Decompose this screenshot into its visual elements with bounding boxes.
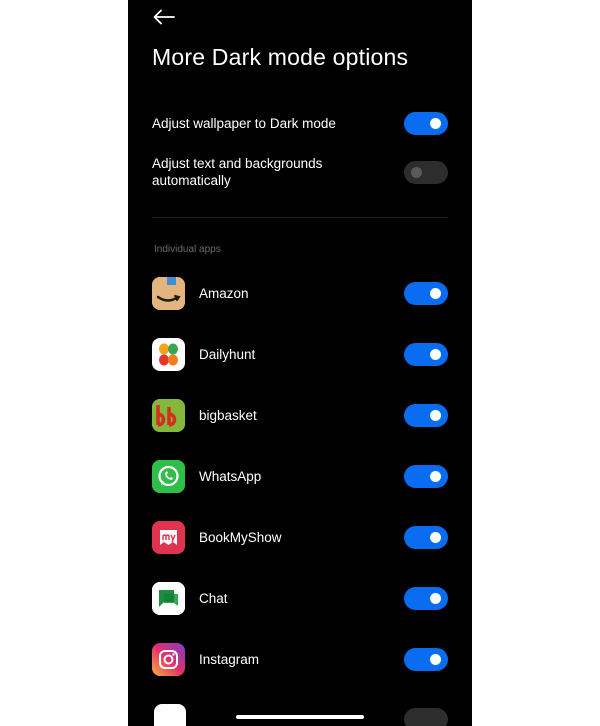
app-icon-partial	[154, 704, 186, 726]
section-divider	[152, 217, 448, 218]
chat-toggle[interactable]	[404, 586, 448, 610]
home-indicator[interactable]	[236, 715, 364, 719]
auto-text-backgrounds-toggle[interactable]	[404, 160, 448, 184]
whatsapp-icon	[152, 459, 185, 493]
setting-label: Adjust text and backgrounds automaticall…	[152, 156, 323, 188]
dailyhunt-icon	[152, 337, 185, 371]
app-row-whatsapp[interactable]: WhatsApp	[152, 459, 448, 493]
app-name: BookMyShow	[199, 529, 282, 545]
app-row-bookmyshow[interactable]: BookMyShow	[152, 520, 448, 554]
app-name: WhatsApp	[199, 468, 262, 484]
app-name: bigbasket	[199, 407, 257, 423]
app-row-amazon[interactable]: Amazon	[152, 276, 448, 310]
instagram-toggle[interactable]	[404, 647, 448, 671]
bigbasket-icon	[152, 398, 185, 432]
app-row-instagram[interactable]: Instagram	[152, 642, 448, 676]
page-title: More Dark mode options	[152, 44, 409, 70]
instagram-icon	[152, 642, 185, 676]
bookmyshow-toggle[interactable]	[404, 525, 448, 549]
setting-auto-text-backgrounds[interactable]: Adjust text and backgrounds automaticall…	[152, 155, 448, 189]
setting-label: Adjust wallpaper to Dark mode	[152, 116, 336, 131]
app-row-bigbasket[interactable]: bigbasket	[152, 398, 448, 432]
app-name: Dailyhunt	[199, 346, 256, 362]
setting-wallpaper-dark[interactable]: Adjust wallpaper to Dark mode	[152, 112, 448, 135]
app-name: Amazon	[199, 285, 249, 301]
whatsapp-toggle[interactable]	[404, 464, 448, 488]
google-chat-icon	[152, 581, 185, 615]
app-row-chat[interactable]: Chat	[152, 581, 448, 615]
back-button[interactable]	[150, 6, 178, 28]
arrow-left-icon	[153, 9, 175, 25]
app-row-dailyhunt[interactable]: Dailyhunt	[152, 337, 448, 371]
amazon-toggle[interactable]	[404, 281, 448, 305]
bookmyshow-icon	[152, 520, 185, 554]
wallpaper-dark-toggle[interactable]	[404, 112, 448, 135]
phone-screen: More Dark mode options Adjust wallpaper …	[128, 0, 472, 726]
bigbasket-toggle[interactable]	[404, 403, 448, 427]
toggle-partial	[404, 708, 448, 726]
app-name: Chat	[199, 590, 228, 606]
app-name: Instagram	[199, 651, 260, 667]
dailyhunt-toggle[interactable]	[404, 342, 448, 366]
amazon-icon	[152, 276, 185, 310]
section-label: Individual apps	[154, 244, 221, 255]
